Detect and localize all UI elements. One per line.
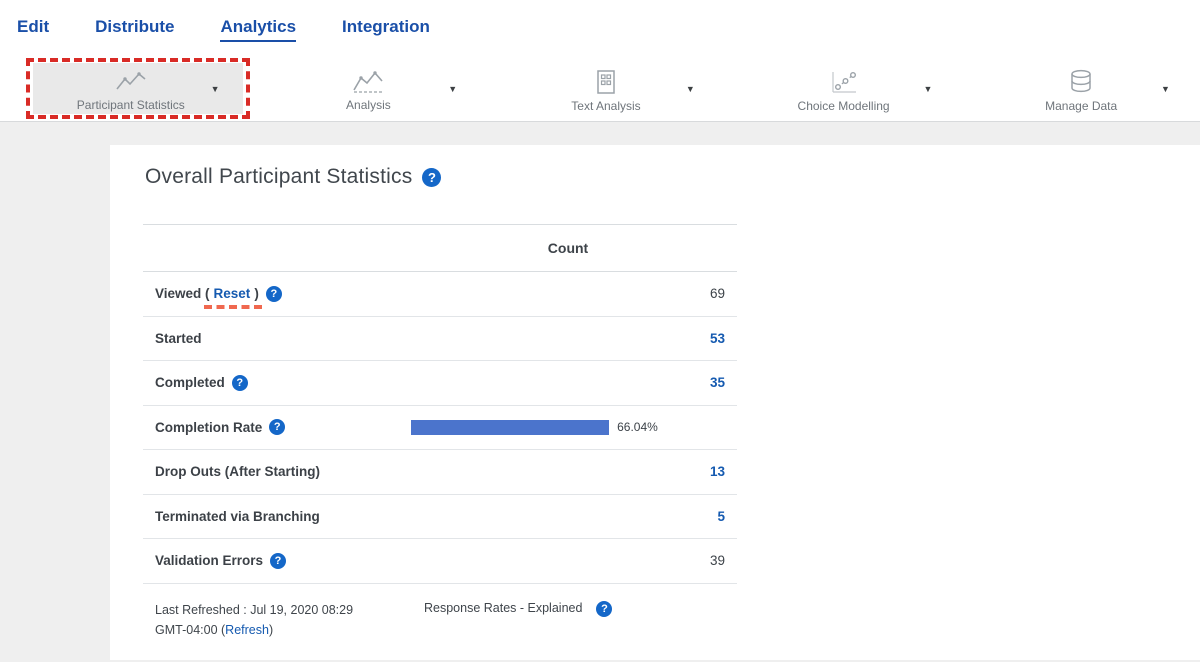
analytics-toolbar: Participant Statistics ▼ Analysis ▼ — [0, 58, 1200, 122]
statistics-table: Count Viewed (Reset)?69Started53Complete… — [143, 224, 737, 640]
help-icon[interactable]: ? — [269, 419, 285, 435]
stats-row: Drop Outs (After Starting)13 — [143, 450, 737, 495]
database-icon — [1067, 69, 1095, 95]
page-title: Overall Participant Statistics — [145, 165, 412, 189]
row-label: Started — [155, 331, 710, 346]
line-chart-icon — [114, 70, 148, 94]
row-value: 35 — [710, 375, 725, 390]
toolbar-item-analysis[interactable]: Analysis ▼ — [250, 58, 488, 122]
count-column-header: Count — [411, 240, 725, 256]
toolbar-item-text-analysis[interactable]: Text Analysis ▼ — [487, 58, 725, 122]
help-icon[interactable]: ? — [270, 553, 286, 569]
row-value: 53 — [710, 331, 725, 346]
help-icon[interactable]: ? — [232, 375, 248, 391]
row-value: 5 — [717, 509, 725, 524]
toolbar-item-label: Text Analysis — [571, 99, 640, 113]
help-icon[interactable]: ? — [422, 168, 441, 187]
row-label: Completion Rate? — [155, 419, 411, 435]
toolbar-item-label: Manage Data — [1045, 99, 1117, 113]
row-value: 39 — [710, 553, 725, 568]
trend-chart-icon — [351, 70, 385, 94]
completion-rate-value: 66.04% — [617, 420, 658, 434]
row-label: Validation Errors? — [155, 553, 710, 569]
table-header-row: Count — [143, 224, 737, 272]
chevron-down-icon[interactable]: ▼ — [923, 84, 932, 94]
row-label: Viewed (Reset)? — [155, 286, 710, 302]
annotation-underline — [204, 305, 263, 309]
chevron-down-icon[interactable]: ▼ — [1161, 84, 1170, 94]
top-nav: Edit Distribute Analytics Integration — [0, 0, 1200, 58]
response-rates-label: Response Rates - Explained — [424, 601, 582, 615]
toolbar-item-label: Choice Modelling — [798, 99, 890, 113]
chevron-down-icon[interactable]: ▼ — [448, 84, 457, 94]
completion-rate-bar: 66.04% — [411, 420, 725, 435]
completion-rate-bar-fill — [411, 420, 609, 435]
toolbar-item-label: Participant Statistics — [77, 98, 185, 112]
row-label: Drop Outs (After Starting) — [155, 464, 710, 479]
table-body: Viewed (Reset)?69Started53Completed?35Co… — [143, 272, 737, 584]
toolbar-item-participant-statistics[interactable]: Participant Statistics ▼ — [12, 58, 250, 122]
toolbar-item-label: Analysis — [346, 98, 391, 112]
panel-title-row: Overall Participant Statistics ? — [145, 165, 1160, 189]
participant-statistics-panel: Overall Participant Statistics ? Count V… — [110, 145, 1200, 660]
chevron-down-icon[interactable]: ▼ — [211, 84, 220, 94]
response-rates-explained: Response Rates - Explained ? — [424, 600, 612, 640]
row-label: Completed? — [155, 375, 710, 391]
nav-item-analytics[interactable]: Analytics — [220, 17, 296, 42]
refresh-link[interactable]: Refresh — [225, 623, 269, 637]
last-refreshed-text: Last Refreshed : Jul 19, 2020 08:29 GMT-… — [155, 600, 424, 640]
toolbar-item-manage-data[interactable]: Manage Data ▼ — [962, 58, 1200, 122]
row-value: 13 — [710, 464, 725, 479]
stats-row: Started53 — [143, 317, 737, 362]
help-icon[interactable]: ? — [266, 286, 282, 302]
toolbar-item-choice-modelling[interactable]: Choice Modelling ▼ — [725, 58, 963, 122]
help-icon[interactable]: ? — [596, 601, 612, 617]
nav-item-integration[interactable]: Integration — [342, 17, 430, 42]
stats-row: Completion Rate? 66.04% — [143, 406, 737, 451]
chevron-down-icon[interactable]: ▼ — [686, 84, 695, 94]
nav-item-distribute[interactable]: Distribute — [95, 17, 174, 42]
stats-row: Validation Errors?39 — [143, 539, 737, 584]
scatter-plot-icon — [829, 69, 859, 95]
stats-row: Terminated via Branching5 — [143, 495, 737, 540]
stats-row: Viewed (Reset)?69 — [143, 272, 737, 317]
stats-row: Completed?35 — [143, 361, 737, 406]
row-label: Terminated via Branching — [155, 509, 717, 524]
nav-item-edit[interactable]: Edit — [17, 17, 49, 42]
table-footer: Last Refreshed : Jul 19, 2020 08:29 GMT-… — [143, 600, 737, 640]
row-value: 69 — [710, 286, 725, 301]
table-icon — [593, 69, 619, 95]
reset-link[interactable]: Reset — [214, 286, 251, 301]
